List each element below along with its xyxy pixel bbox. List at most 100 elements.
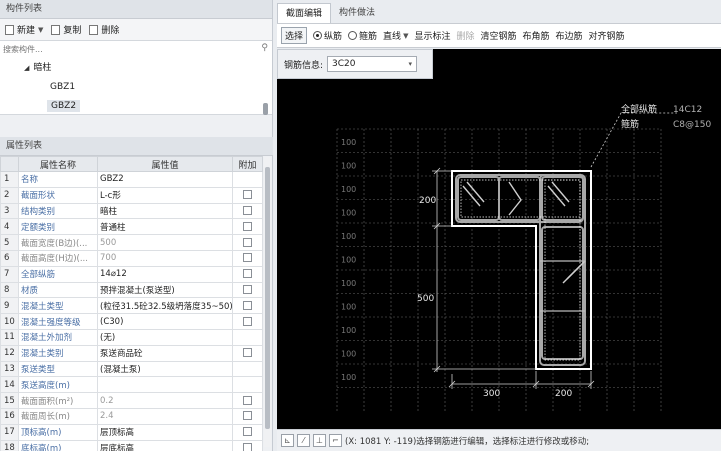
property-row[interactable]: 3 结构类别 暗柱 <box>0 202 263 220</box>
property-value[interactable]: 暗柱 <box>97 202 233 220</box>
tab-section-edit[interactable]: 截面编辑 <box>277 3 332 23</box>
radio-unchecked-icon[interactable] <box>348 31 358 40</box>
grid-labels: 100 100 100 100 100 100 100 100 100 100 100 <box>341 138 356 382</box>
property-row[interactable]: 17 顶标高(m) 层顶标高 <box>0 423 263 441</box>
property-row[interactable]: 18 底标高(m) 层底标高 <box>0 439 263 451</box>
property-row[interactable]: 6 截面高度(H边)(... 700 <box>0 249 263 267</box>
property-value[interactable]: GBZ2 <box>97 171 233 188</box>
tab-component-method[interactable]: 构件做法 <box>331 3 383 23</box>
drawing-canvas[interactable]: 100 100 100 100 100 100 100 100 100 100 100 <box>277 49 721 429</box>
collapse-triangle-icon[interactable]: ◢ <box>24 64 29 72</box>
scrollbar-thumb[interactable] <box>265 167 270 429</box>
line-dropdown[interactable]: 直线 ▼ <box>383 29 408 43</box>
extra-checkbox[interactable] <box>243 300 252 310</box>
clear-rebar-button[interactable]: 清空钢筋 <box>480 29 516 42</box>
show-annotation-button[interactable]: 显示标注 <box>414 29 450 42</box>
property-row[interactable]: 8 材质 预拌混凝土(泵送型) <box>0 281 263 299</box>
copy-button[interactable]: 复制 <box>51 23 81 36</box>
property-row[interactable]: 12 混凝土类别 泵送商品砼 <box>0 344 263 362</box>
property-value[interactable]: 泵送商品砼 <box>97 344 233 362</box>
property-value[interactable]: 预拌混凝土(泵送型) <box>97 281 233 299</box>
property-extra-cell <box>232 281 263 299</box>
editor-tabs: 截面编辑 构件做法 <box>277 3 383 23</box>
property-row[interactable]: 2 截面形状 L-c形 <box>0 186 263 204</box>
rebar-annotation[interactable]: 全部纵筋 14C12 箍筋 C8@150 <box>621 103 711 130</box>
tree-node-anzhu[interactable]: ◢ 暗柱 <box>24 60 51 73</box>
chevron-down-icon[interactable]: ▾ <box>409 60 413 68</box>
property-row[interactable]: 15 截面面积(m²) 0.2 <box>0 392 263 409</box>
property-value[interactable]: 14⌀12 <box>97 265 233 283</box>
property-value[interactable]: 层顶标高 <box>97 423 233 441</box>
grid-label: 100 <box>341 232 356 241</box>
property-value[interactable]: 0.2 <box>97 392 233 409</box>
property-name: 混凝土强度等级 <box>18 313 98 330</box>
search-icon[interactable]: ⚲ <box>261 43 268 53</box>
property-row[interactable]: 1 名称 GBZ2 <box>0 171 263 188</box>
longitudinal-radio[interactable]: 纵筋 <box>313 29 342 42</box>
extra-checkbox[interactable] <box>243 221 252 231</box>
stirrup-radio[interactable]: 箍筋 <box>348 29 377 42</box>
property-value[interactable]: (粒径31.5砼32.5级坍落度35~50) <box>97 297 233 315</box>
extra-checkbox[interactable] <box>243 284 252 294</box>
dim-bottom-left-label: 300 <box>483 389 500 399</box>
copy-button-label: 复制 <box>63 26 82 36</box>
property-value[interactable]: L-c形 <box>97 186 233 204</box>
property-row[interactable]: 9 混凝土类型 (粒径31.5砼32.5级坍落度35~50) <box>0 297 263 315</box>
chevron-down-icon[interactable]: ▼ <box>38 26 43 34</box>
property-value[interactable]: 普通柱 <box>97 218 233 236</box>
property-row[interactable]: 11 混凝土外加剂 (无) <box>0 328 263 346</box>
property-extra-cell <box>232 423 263 441</box>
extra-checkbox[interactable] <box>243 316 252 326</box>
extra-checkbox[interactable] <box>243 269 252 279</box>
extra-checkbox[interactable] <box>243 411 252 421</box>
extra-checkbox[interactable] <box>243 237 252 247</box>
extra-checkbox[interactable] <box>243 442 252 451</box>
property-value[interactable]: (无) <box>97 328 233 346</box>
property-row[interactable]: 7 全部纵筋 14⌀12 <box>0 265 263 283</box>
property-row[interactable]: 5 截面宽度(B边)(... 500 <box>0 234 263 251</box>
snap-icon[interactable]: ⌐ <box>329 434 342 447</box>
section-drawing[interactable]: 100100100100100100100100100100100 200 50… <box>277 49 721 429</box>
delete-rebar-button[interactable]: 删除 <box>456 29 474 42</box>
property-value[interactable]: (混凝土泵) <box>97 360 233 378</box>
radio-checked-icon[interactable] <box>313 31 323 40</box>
property-row[interactable]: 4 定额类别 普通柱 <box>0 218 263 236</box>
polar-icon[interactable]: ⁄ <box>297 434 310 447</box>
property-value[interactable]: (C30) <box>97 313 233 330</box>
property-value[interactable]: 层底标高 <box>97 439 233 451</box>
search-input[interactable] <box>0 41 272 57</box>
property-list-title: 属性列表 <box>0 137 273 156</box>
edge-rebar-button[interactable]: 布边筋 <box>556 29 583 42</box>
component-list-title: 构件列表 <box>0 0 272 19</box>
property-value[interactable] <box>97 376 233 394</box>
extra-checkbox[interactable] <box>243 253 252 263</box>
property-value[interactable]: 2.4 <box>97 407 233 425</box>
property-row[interactable]: 10 混凝土强度等级 (C30) <box>0 313 263 330</box>
delete-button[interactable]: 删除 <box>89 23 119 36</box>
property-row[interactable]: 16 截面周长(m) 2.4 <box>0 407 263 425</box>
corner-rebar-button[interactable]: 布角筋 <box>523 29 550 42</box>
perpendicular-icon[interactable]: ⊥ <box>313 434 326 447</box>
tree-scrollbar[interactable] <box>263 103 268 115</box>
property-name: 顶标高(m) <box>18 423 98 441</box>
property-extra-cell <box>232 171 263 188</box>
extra-checkbox[interactable] <box>243 348 252 358</box>
property-value[interactable]: 500 <box>97 234 233 251</box>
chevron-down-icon[interactable]: ▼ <box>403 32 408 40</box>
property-scrollbar[interactable] <box>264 157 271 447</box>
align-rebar-button[interactable]: 对齐钢筋 <box>589 29 625 42</box>
extra-checkbox[interactable] <box>243 205 252 215</box>
rebar-info-select[interactable]: 3C20 ▾ <box>327 56 418 72</box>
tree-item-gbz2[interactable]: GBZ2 <box>47 100 81 112</box>
extra-checkbox[interactable] <box>243 395 252 405</box>
extra-checkbox[interactable] <box>243 427 252 437</box>
select-button[interactable]: 选择 <box>281 27 308 44</box>
new-button[interactable]: 新建 ▼ <box>5 23 43 36</box>
ortho-icon[interactable]: ⊾ <box>281 434 294 447</box>
property-extra-cell <box>232 407 263 425</box>
extra-checkbox[interactable] <box>243 190 252 200</box>
tree-item-gbz1[interactable]: GBZ1 <box>50 82 75 92</box>
property-row[interactable]: 14 泵送高度(m) <box>0 376 263 394</box>
property-value[interactable]: 700 <box>97 249 233 267</box>
property-row[interactable]: 13 泵送类型 (混凝土泵) <box>0 360 263 378</box>
